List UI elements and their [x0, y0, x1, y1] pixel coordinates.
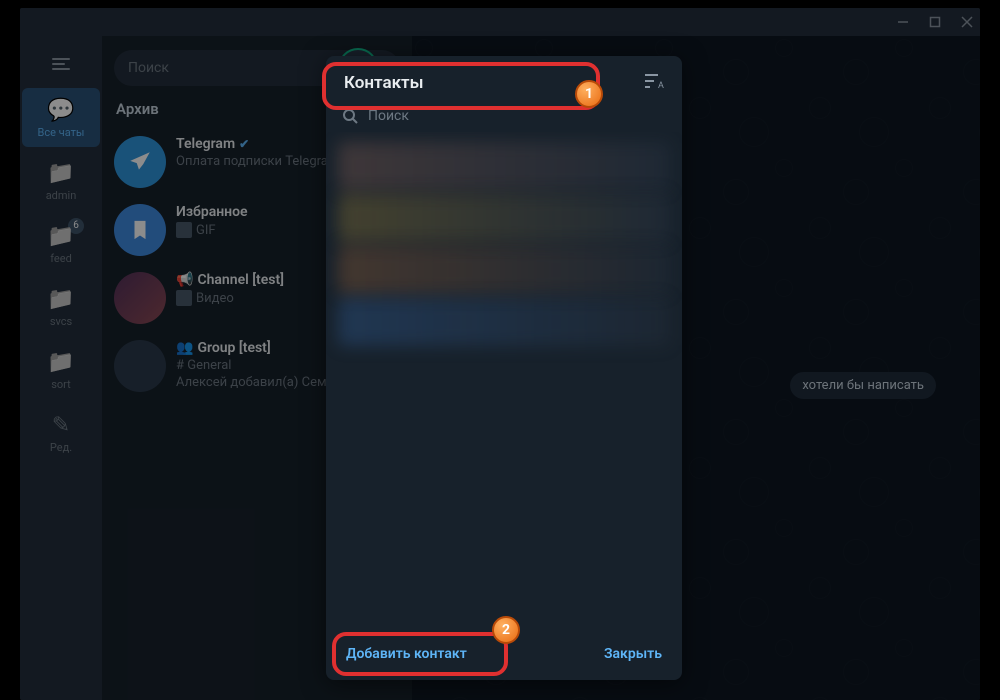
svg-text:A: A: [658, 81, 664, 90]
contact-row[interactable]: [338, 298, 670, 346]
search-icon: [342, 108, 358, 124]
modal-header: Контакты A: [326, 56, 682, 102]
annotation-badge-2: 2: [492, 616, 520, 644]
modal-title: Контакты: [344, 73, 424, 93]
contacts-search-input[interactable]: [368, 108, 666, 124]
contact-row[interactable]: [338, 246, 670, 294]
contact-row[interactable]: [338, 194, 670, 242]
annotation-badge-1: 1: [575, 80, 603, 108]
contacts-list: [326, 132, 682, 632]
contacts-modal: Контакты A Добавить контакт Закрыть: [326, 56, 682, 680]
contact-row[interactable]: [338, 142, 670, 190]
modal-search[interactable]: [342, 108, 666, 124]
sort-icon[interactable]: A: [644, 72, 664, 94]
add-contact-button[interactable]: Добавить контакт: [346, 646, 467, 662]
modal-close-button[interactable]: Закрыть: [604, 646, 662, 662]
